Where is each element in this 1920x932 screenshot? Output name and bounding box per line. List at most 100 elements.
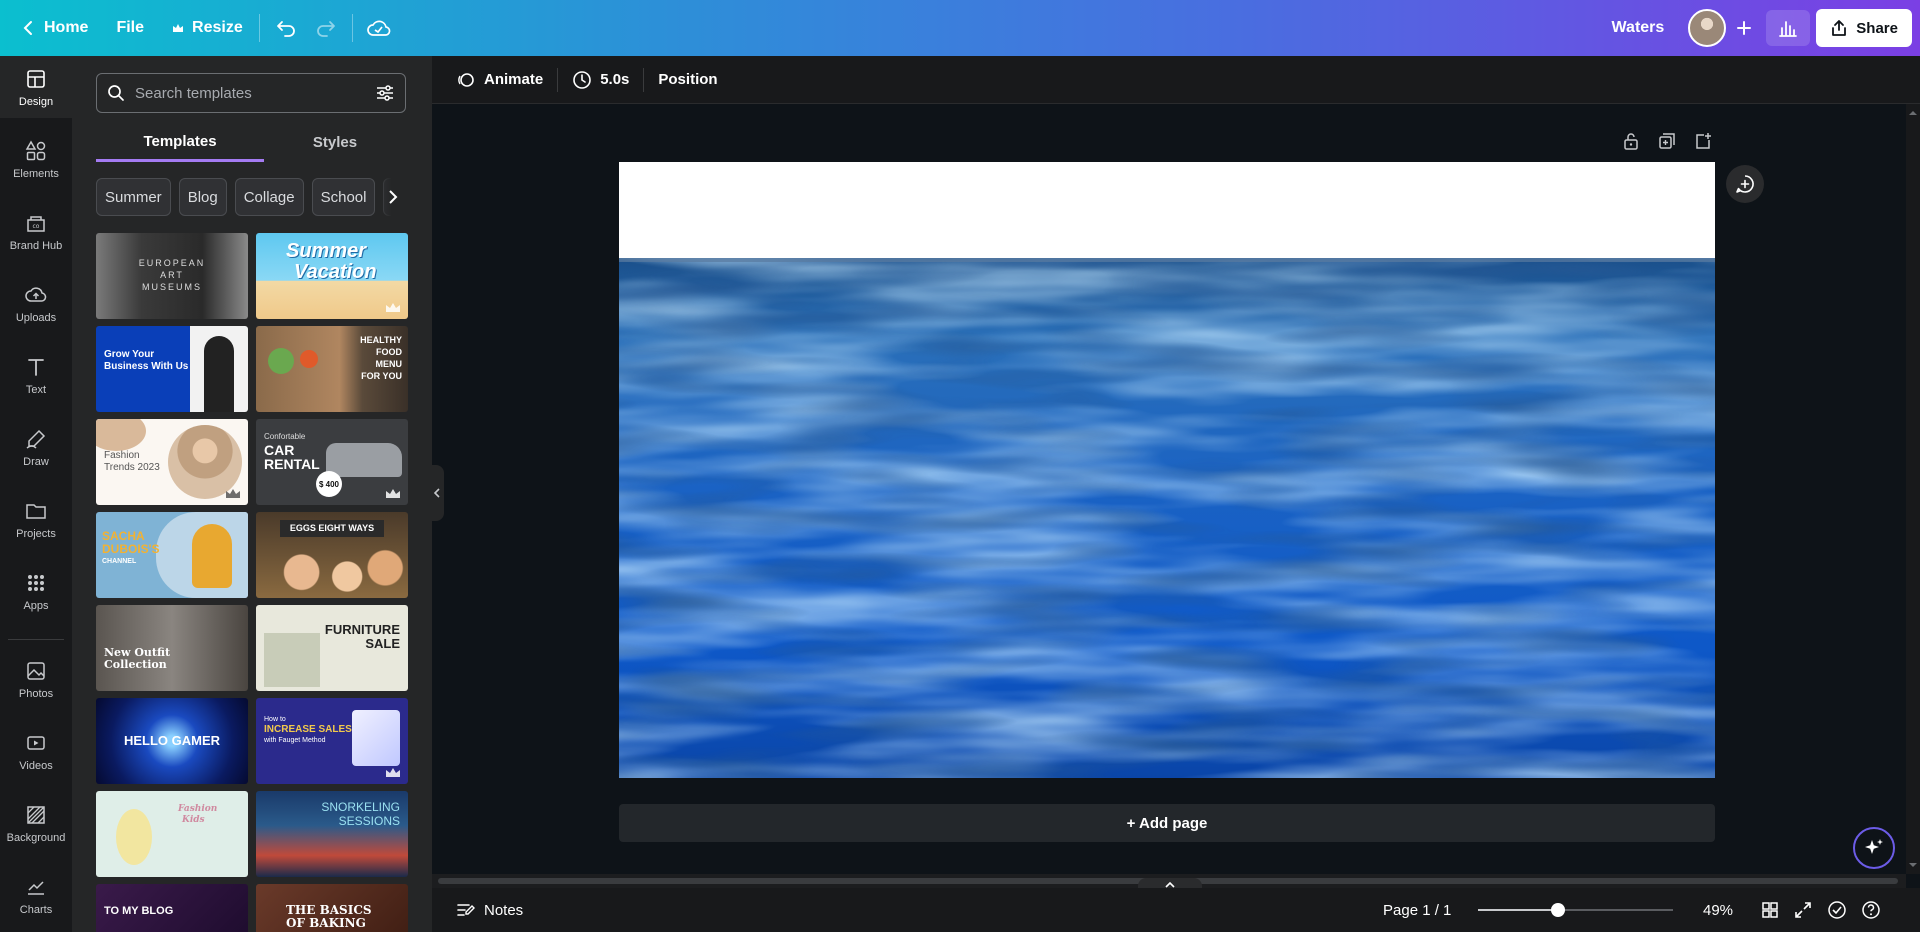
- nav-label: Brand Hub: [9, 239, 63, 252]
- nav-item-background[interactable]: Background: [0, 792, 72, 854]
- nav-item-draw[interactable]: Draw: [0, 416, 72, 478]
- nav-item-projects[interactable]: Projects: [0, 488, 72, 550]
- avatar[interactable]: [1688, 9, 1727, 47]
- page-indicator[interactable]: Page 1 / 1: [1383, 902, 1451, 919]
- insights-button[interactable]: [1766, 10, 1811, 46]
- crown-icon: [173, 24, 184, 32]
- chevron-left-icon: [433, 488, 440, 498]
- template-text: Trends 2023: [104, 462, 160, 473]
- template-card[interactable]: SNORKELING SESSIONS: [256, 791, 408, 877]
- lock-page-button[interactable]: [1620, 130, 1642, 152]
- nav-item-brand-hub[interactable]: co Brand Hub: [0, 200, 72, 262]
- undo-button[interactable]: [266, 10, 306, 46]
- template-text: FOR YOU: [361, 371, 402, 381]
- magic-assistant-button[interactable]: [1853, 827, 1895, 869]
- category-chips: Summer Blog Collage School Tr: [96, 178, 406, 216]
- zoom-slider[interactable]: [1478, 903, 1673, 917]
- vertical-scrollbar[interactable]: [1906, 104, 1920, 874]
- template-card[interactable]: How to INCREASE SALES with Fauget Method: [256, 698, 408, 784]
- nav-item-uploads[interactable]: Uploads: [0, 272, 72, 334]
- template-card[interactable]: New Outfit Collection: [96, 605, 248, 691]
- help-button[interactable]: [1858, 897, 1884, 923]
- nav-item-videos[interactable]: Videos: [0, 720, 72, 782]
- template-text: Collection: [104, 658, 167, 671]
- scroll-up-arrow-icon: [1909, 111, 1917, 115]
- animate-label: Animate: [484, 71, 544, 88]
- template-text: ART: [160, 270, 184, 280]
- duration-button[interactable]: 5.0s: [562, 64, 639, 96]
- expand-icon: [1795, 902, 1811, 918]
- design-title[interactable]: Waters: [1602, 10, 1675, 46]
- unlock-icon: [1624, 133, 1638, 150]
- crown-icon: [386, 303, 400, 312]
- nav-item-apps[interactable]: Apps: [0, 560, 72, 622]
- search-icon: [108, 85, 124, 101]
- template-card[interactable]: HELLO GAMER: [96, 698, 248, 784]
- add-collaborator-button[interactable]: [1726, 10, 1762, 46]
- folder-icon: [26, 503, 46, 519]
- animate-button[interactable]: Animate: [446, 64, 553, 96]
- check-button[interactable]: [1824, 897, 1850, 923]
- canvas-area: Animate 5.0s Position + Add page Notes P…: [432, 56, 1920, 932]
- template-text: FOOD: [376, 347, 402, 357]
- cloud-save-status[interactable]: [359, 10, 399, 46]
- grid-view-icon: [1762, 902, 1778, 918]
- tab-styles[interactable]: Styles: [264, 124, 406, 162]
- template-card[interactable]: Confortable CAR RENTAL $ 400: [256, 419, 408, 505]
- redo-button[interactable]: [306, 10, 346, 46]
- bar-chart-icon: [1779, 21, 1798, 37]
- nav-label: Apps: [23, 599, 49, 612]
- template-card[interactable]: Grow Your Business With Us: [96, 326, 248, 412]
- nav-item-charts[interactable]: Charts: [0, 864, 72, 926]
- template-card[interactable]: THE BASICS OF BAKING: [256, 884, 408, 932]
- template-card[interactable]: FURNITURE SALE: [256, 605, 408, 691]
- chip-summer[interactable]: Summer: [96, 178, 171, 216]
- file-menu-button[interactable]: File: [106, 10, 154, 46]
- template-card[interactable]: SACHA DUBOIS'S CHANNEL: [96, 512, 248, 598]
- chip-school[interactable]: School: [311, 178, 376, 216]
- template-card[interactable]: EUROPEAN ART MUSEUMS: [96, 233, 248, 319]
- nav-item-photos[interactable]: Photos: [0, 648, 72, 710]
- template-card[interactable]: HEALTHY FOOD MENU FOR YOU: [256, 326, 408, 412]
- toolbar-divider: [557, 67, 559, 92]
- chip-collage[interactable]: Collage: [234, 178, 304, 216]
- tab-templates[interactable]: Templates: [96, 124, 264, 162]
- template-card[interactable]: TO MY BLOG: [96, 884, 248, 932]
- design-page[interactable]: [619, 162, 1715, 778]
- add-page-button[interactable]: + Add page: [619, 804, 1715, 842]
- resize-button[interactable]: Resize: [162, 10, 253, 46]
- template-text: Confortable: [264, 432, 306, 441]
- fullscreen-button[interactable]: [1790, 897, 1816, 923]
- svg-text:co: co: [33, 223, 40, 230]
- home-button[interactable]: Home: [12, 10, 98, 46]
- chips-scroll-right-button[interactable]: [378, 178, 408, 216]
- template-card[interactable]: EGGS EIGHT WAYS: [256, 512, 408, 598]
- check-circle-icon: [1828, 901, 1846, 919]
- nav-item-text[interactable]: Text: [0, 344, 72, 406]
- share-button[interactable]: Share: [1816, 9, 1912, 47]
- ocean-water-image[interactable]: [619, 258, 1715, 778]
- redo-icon: [316, 21, 335, 37]
- filter-sliders-icon[interactable]: [375, 84, 395, 102]
- template-card[interactable]: Fashion Kids: [96, 791, 248, 877]
- collapse-panel-button[interactable]: [430, 465, 444, 521]
- zoom-level[interactable]: 49%: [1703, 902, 1733, 919]
- position-button[interactable]: Position: [648, 64, 727, 96]
- file-label: File: [116, 19, 145, 36]
- zoom-slider-handle[interactable]: [1550, 903, 1565, 917]
- search-input[interactable]: [135, 84, 365, 102]
- duplicate-page-button[interactable]: [1656, 130, 1678, 152]
- template-text: Grow Your: [104, 349, 155, 360]
- grid-view-button[interactable]: [1757, 897, 1783, 923]
- template-card[interactable]: Summer Vacation: [256, 233, 408, 319]
- template-photo: [268, 348, 294, 374]
- add-comment-button[interactable]: [1726, 165, 1764, 203]
- add-page-icon-button[interactable]: [1692, 130, 1714, 152]
- nav-item-elements[interactable]: Elements: [0, 128, 72, 190]
- template-text: Summer: [286, 240, 367, 262]
- notes-button[interactable]: Notes: [446, 894, 533, 926]
- text-icon: [28, 358, 44, 376]
- chip-blog[interactable]: Blog: [178, 178, 227, 216]
- template-card[interactable]: Fashion Trends 2023: [96, 419, 248, 505]
- nav-item-design[interactable]: Design: [0, 56, 72, 118]
